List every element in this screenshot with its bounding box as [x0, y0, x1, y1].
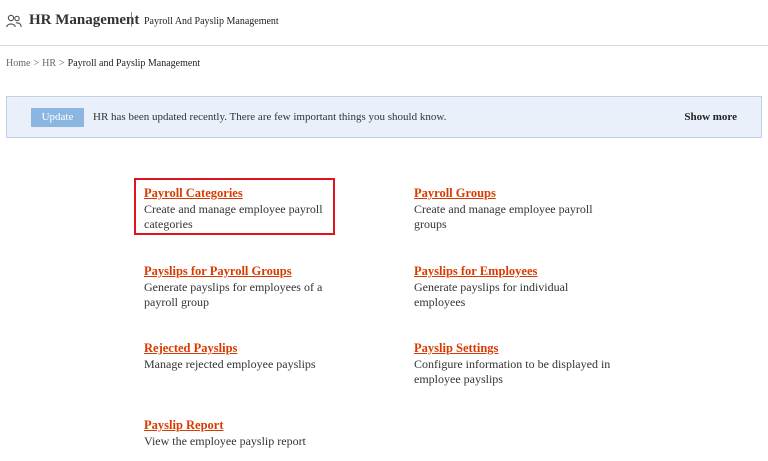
page-subtitle: Payroll And Payslip Management [144, 16, 279, 27]
breadcrumb: Home > HR > Payroll and Payslip Management [6, 58, 200, 69]
payroll-categories-description: Create and manage employee payroll categ… [144, 202, 323, 231]
payslips-for-payroll-groups-link[interactable]: Payslips for Payroll Groups [144, 264, 349, 278]
rejected-payslips-card: Rejected Payslips Manage rejected employ… [144, 341, 349, 372]
payslip-settings-description: Configure information to be displayed in… [414, 357, 611, 386]
payslips-for-payroll-groups-card: Payslips for Payroll Groups Generate pay… [144, 264, 349, 310]
payslips-for-employees-description: Generate payslips for individual employe… [414, 280, 569, 309]
show-more-link[interactable]: Show more [684, 111, 737, 123]
page-header: HR Management | Payroll And Payslip Mana… [0, 0, 768, 46]
breadcrumb-separator: > [59, 58, 65, 69]
payslip-report-description: View the employee payslip report [144, 434, 306, 448]
payslip-report-link[interactable]: Payslip Report [144, 418, 349, 432]
update-button[interactable]: Update [31, 108, 84, 127]
breadcrumb-home[interactable]: Home [6, 58, 30, 69]
payslip-report-card: Payslip Report View the employee payslip… [144, 418, 349, 449]
payroll-categories-link[interactable]: Payroll Categories [144, 186, 349, 200]
payslips-for-employees-link[interactable]: Payslips for Employees [414, 264, 619, 278]
rejected-payslips-description: Manage rejected employee payslips [144, 357, 316, 371]
payroll-groups-description: Create and manage employee payroll group… [414, 202, 593, 231]
breadcrumb-separator: > [33, 58, 40, 69]
payroll-groups-link[interactable]: Payroll Groups [414, 186, 619, 200]
users-icon [6, 14, 22, 28]
rejected-payslips-link[interactable]: Rejected Payslips [144, 341, 349, 355]
payroll-categories-card: Payroll Categories Create and manage emp… [144, 186, 349, 232]
breadcrumb-hr[interactable]: HR [42, 58, 56, 69]
payslip-settings-card: Payslip Settings Configure information t… [414, 341, 619, 387]
breadcrumb-current: Payroll and Payslip Management [67, 58, 201, 69]
header-separator: | [130, 10, 134, 27]
payslips-for-payroll-groups-description: Generate payslips for employees of a pay… [144, 280, 323, 309]
update-notice-banner: Update HR has been updated recently. The… [6, 96, 762, 138]
payslip-settings-link[interactable]: Payslip Settings [414, 341, 619, 355]
payslips-for-employees-card: Payslips for Employees Generate payslips… [414, 264, 619, 310]
app-title: HR Management [29, 12, 140, 28]
payroll-groups-card: Payroll Groups Create and manage employe… [414, 186, 619, 232]
notice-message: HR has been updated recently. There are … [93, 111, 447, 123]
